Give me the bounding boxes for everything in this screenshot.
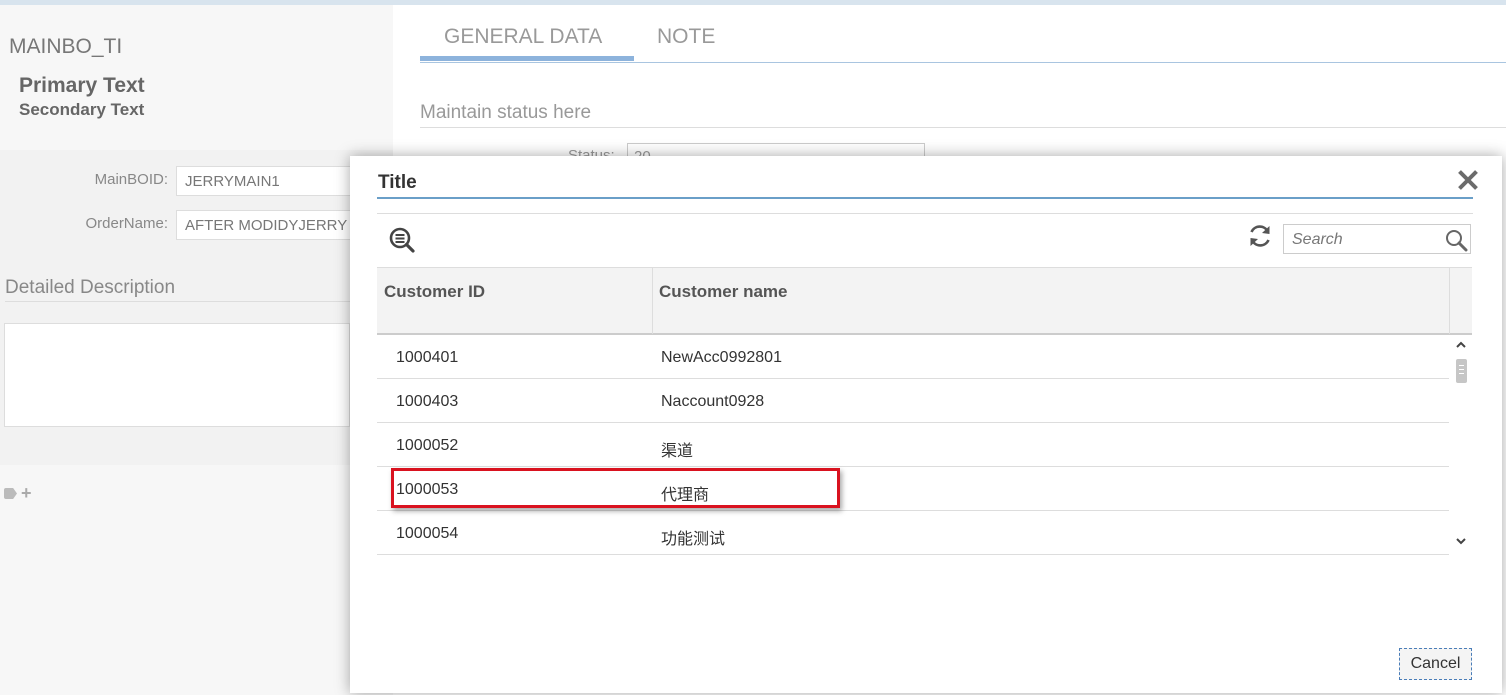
cell-customer-name: NewAcc0992801	[661, 349, 782, 366]
tab-bar: GENERAL DATA NOTE	[420, 5, 1506, 63]
cell-customer-id: 1000052	[396, 437, 459, 454]
toolbar-divider	[377, 213, 1473, 214]
cell-customer-name: Naccount0928	[661, 393, 765, 410]
table-row[interactable]: 1000052 渠道	[377, 423, 1449, 467]
chevron-down-icon[interactable]	[1455, 535, 1467, 547]
cancel-button[interactable]: Cancel	[1399, 648, 1472, 680]
table-row[interactable]: 1000401 NewAcc0992801	[377, 335, 1449, 379]
maintain-status-title: Maintain status here	[420, 102, 592, 123]
ordername-field[interactable]: AFTER MODIDYJERRY	[176, 210, 376, 240]
dialog-title-divider	[377, 197, 1473, 199]
table-scrollbar[interactable]	[1451, 335, 1472, 558]
cell-customer-id: 1000401	[396, 349, 459, 366]
customer-table: Customer ID Customer name 1000401 NewAcc…	[377, 267, 1472, 558]
table-body: 1000401 NewAcc0992801 1000403 Naccount09…	[377, 335, 1449, 555]
section-divider	[420, 127, 1506, 128]
mainboid-field[interactable]: JERRYMAIN1	[176, 166, 376, 196]
column-header-customer-name[interactable]: Customer name	[659, 282, 787, 302]
object-header: MAINBO_TI Primary Text Secondary Text	[0, 5, 393, 148]
section-divider	[5, 301, 350, 302]
cell-customer-name: 代理商	[661, 487, 710, 504]
master-pane: MAINBO_TI Primary Text Secondary Text Ma…	[0, 5, 393, 695]
tab-general-data[interactable]: GENERAL DATA	[444, 25, 602, 49]
mainboid-label: MainBOID:	[94, 171, 168, 188]
add-tag-icon[interactable]: +	[21, 483, 32, 504]
table-row[interactable]: 1000053 代理商	[377, 467, 1449, 511]
active-tab-indicator	[420, 56, 634, 61]
table-row[interactable]: 1000054 功能测试	[377, 511, 1449, 555]
primary-text: Primary Text	[19, 74, 145, 97]
value-help-dialog: Title Customer ID Customer name 1000	[350, 156, 1502, 693]
cell-customer-id: 1000053	[396, 481, 459, 498]
search-icon[interactable]	[1444, 228, 1468, 252]
column-divider	[1449, 268, 1450, 334]
secondary-text: Secondary Text	[19, 100, 145, 119]
cell-customer-id: 1000054	[396, 525, 459, 542]
object-title: MAINBO_TI	[9, 35, 123, 58]
cell-customer-name: 渠道	[661, 443, 694, 460]
description-textarea[interactable]	[4, 323, 350, 427]
table-row[interactable]: 1000403 Naccount0928	[377, 379, 1449, 423]
filter-search-icon[interactable]	[388, 226, 416, 254]
tag-icon	[4, 488, 17, 499]
column-divider	[652, 268, 653, 334]
table-header: Customer ID Customer name	[377, 267, 1472, 335]
column-header-customer-id[interactable]: Customer ID	[384, 282, 485, 302]
scrollbar-thumb[interactable]	[1456, 359, 1467, 383]
tab-note[interactable]: NOTE	[657, 25, 715, 49]
detailed-description-title: Detailed Description	[5, 277, 176, 298]
ordername-label: OrderName:	[85, 215, 168, 232]
chevron-up-icon[interactable]	[1455, 339, 1467, 351]
dialog-title: Title	[378, 172, 417, 193]
cell-customer-name: 功能测试	[661, 531, 726, 548]
close-icon[interactable]	[1456, 168, 1480, 192]
tag-area[interactable]: +	[4, 483, 32, 504]
search-input[interactable]	[1284, 225, 1444, 255]
search-field[interactable]	[1283, 224, 1471, 255]
cell-customer-id: 1000403	[396, 393, 459, 410]
refresh-icon[interactable]	[1247, 223, 1273, 249]
